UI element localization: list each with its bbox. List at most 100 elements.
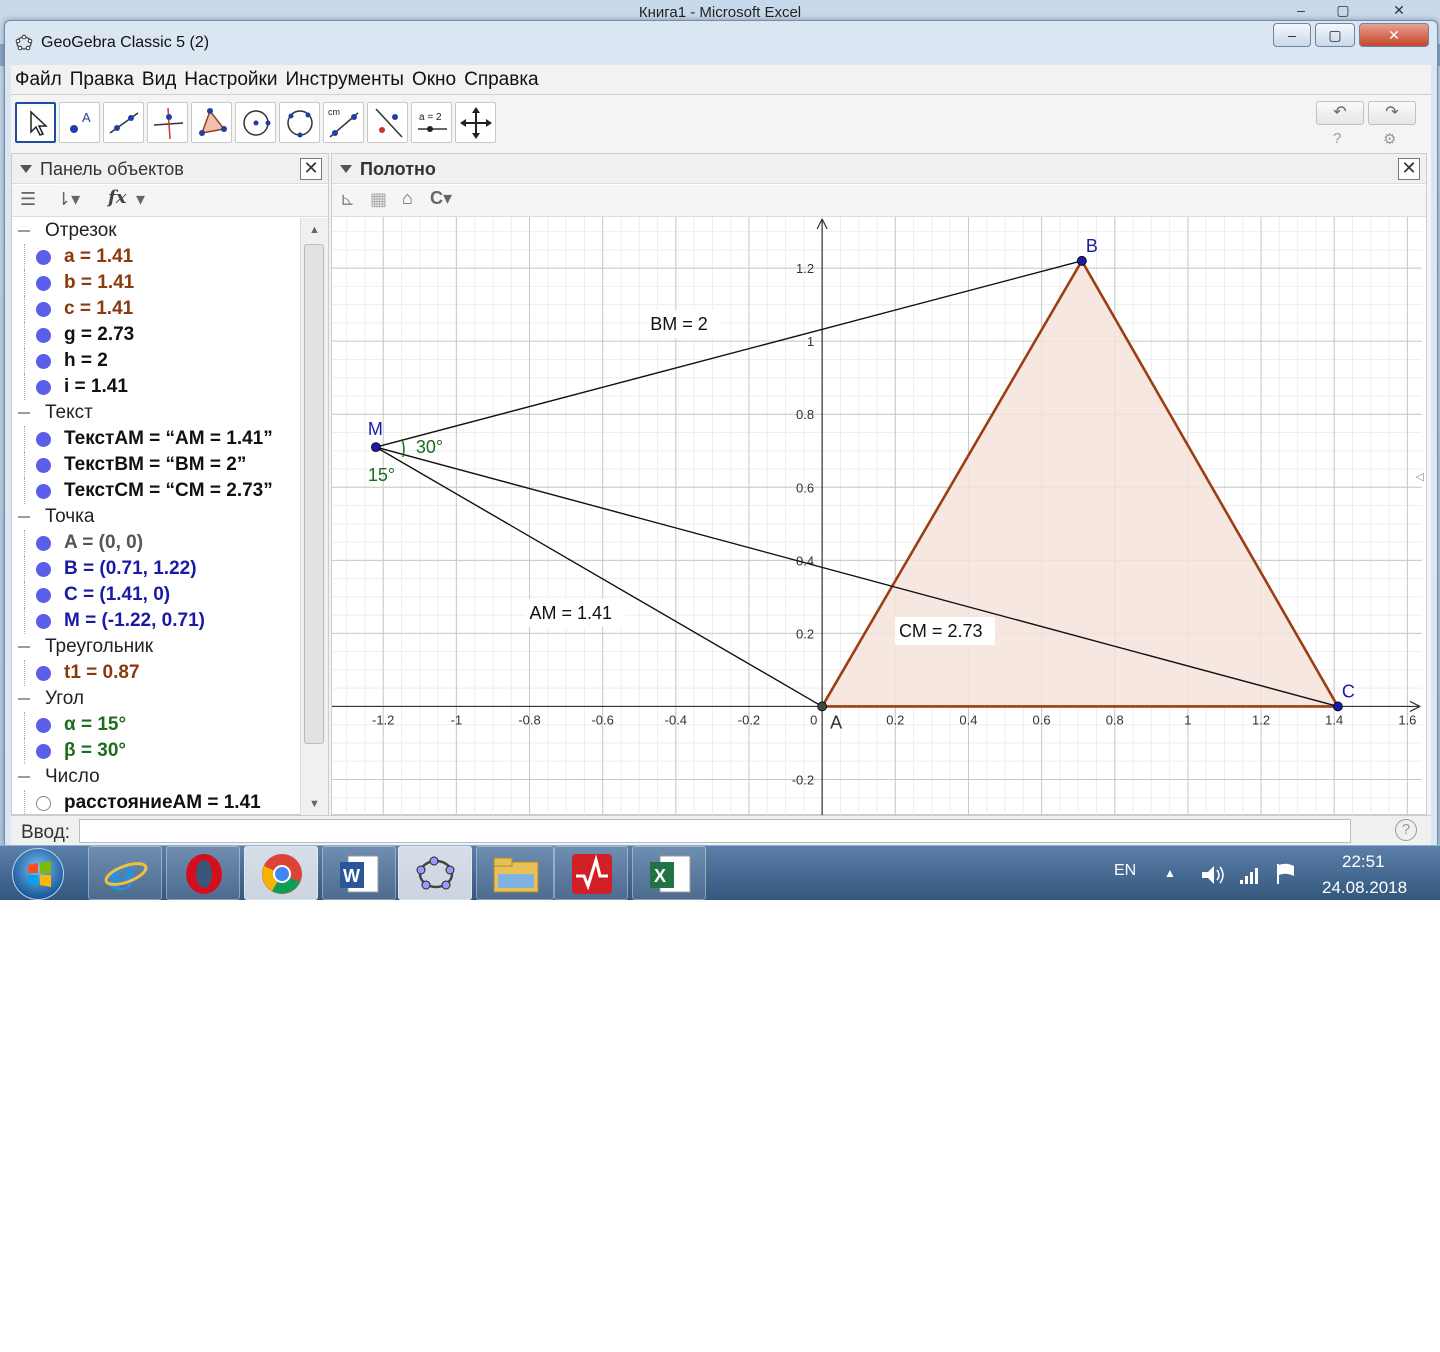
graphics-close-button[interactable]: ✕ [1398, 158, 1420, 180]
algebra-group[interactable]: Точка [12, 504, 300, 530]
visibility-toggle-icon[interactable] [36, 432, 51, 447]
graphics-canvas[interactable]: -1.2 -1 -0.8 -0.6 -0.4 -0.2 0 0.2 0.4 0.6 0.8 1 1.2 1… [332, 217, 1422, 816]
chevron-down-icon[interactable]: ▾ [136, 189, 145, 210]
algebra-item[interactable]: α = 15° [12, 712, 300, 738]
auxiliary-objects-icon[interactable]: ☰ [20, 189, 36, 210]
action-center-flag-icon[interactable] [1274, 862, 1298, 886]
visibility-toggle-icon[interactable] [36, 302, 51, 317]
algebra-close-button[interactable]: ✕ [300, 158, 322, 180]
collapse-minus-icon[interactable] [18, 646, 30, 648]
algebra-item[interactable]: ТекстAM = “AM = 1.41” [12, 426, 300, 452]
distance-tool[interactable]: cm [323, 102, 364, 143]
taskbar-chrome[interactable] [244, 846, 318, 900]
visibility-toggle-icon[interactable] [36, 380, 51, 395]
taskbar-presentation[interactable] [554, 846, 628, 900]
collapse-triangle-icon[interactable] [20, 165, 32, 173]
move-tool[interactable] [15, 102, 56, 143]
algebra-group[interactable]: Треугольник [12, 634, 300, 660]
visibility-toggle-icon[interactable] [36, 250, 51, 265]
maximize-button[interactable]: ▢ [1315, 23, 1355, 47]
visibility-toggle-icon[interactable] [36, 354, 51, 369]
visibility-toggle-icon[interactable] [36, 276, 51, 291]
menu-edit[interactable]: Правка [66, 65, 138, 91]
visibility-toggle-icon[interactable] [36, 328, 51, 343]
algebra-item[interactable]: расстояниеAM = 1.41 [12, 790, 300, 816]
redo-button[interactable]: ↷ [1368, 101, 1416, 125]
algebra-item[interactable]: b = 1.41 [12, 270, 300, 296]
collapse-minus-icon[interactable] [18, 698, 30, 700]
taskbar-excel[interactable]: X [632, 846, 706, 900]
input-field[interactable] [79, 819, 1351, 843]
taskbar-geogebra[interactable] [398, 846, 472, 900]
menu-window[interactable]: Окно [408, 65, 460, 91]
algebra-item[interactable]: C = (1.41, 0) [12, 582, 300, 608]
point-tool[interactable]: A [59, 102, 100, 143]
scroll-down-icon[interactable]: ▼ [309, 798, 320, 810]
algebra-item[interactable]: B = (0.71, 1.22) [12, 556, 300, 582]
visibility-toggle-icon[interactable] [36, 458, 51, 473]
visibility-toggle-icon[interactable] [36, 796, 51, 811]
algebra-item[interactable]: ТекстCM = “CM = 2.73” [12, 478, 300, 504]
home-icon[interactable]: ⌂ [402, 188, 413, 209]
taskbar-explorer[interactable] [476, 846, 554, 900]
visibility-toggle-icon[interactable] [36, 536, 51, 551]
close-button[interactable]: ✕ [1359, 23, 1429, 47]
volume-icon[interactable] [1200, 864, 1226, 886]
sort-icon[interactable]: ⇂▾ [56, 189, 80, 210]
algebra-item[interactable]: i = 1.41 [12, 374, 300, 400]
point-capture-icon[interactable]: C▾ [430, 188, 452, 209]
algebra-item[interactable]: c = 1.41 [12, 296, 300, 322]
perpendicular-tool[interactable] [147, 102, 188, 143]
move-view-tool[interactable] [455, 102, 496, 143]
slider-tool[interactable]: a = 2 [411, 102, 452, 143]
visibility-toggle-icon[interactable] [36, 484, 51, 499]
network-icon[interactable] [1238, 864, 1260, 886]
scroll-up-icon[interactable]: ▲ [309, 224, 320, 236]
algebra-item[interactable]: M = (-1.22, 0.71) [12, 608, 300, 634]
reflect-tool[interactable] [367, 102, 408, 143]
collapse-minus-icon[interactable] [18, 516, 30, 518]
geometry-plot[interactable]: -1.2 -1 -0.8 -0.6 -0.4 -0.2 0 0.2 0.4 0.6 0.8 1 1.2 1… [332, 217, 1422, 816]
visibility-toggle-icon[interactable] [36, 718, 51, 733]
algebra-item[interactable]: β = 30° [12, 738, 300, 764]
taskbar-ie[interactable]: e [88, 846, 162, 900]
settings-gear-icon[interactable]: ⚙ [1383, 130, 1396, 148]
tray-expand-icon[interactable]: ▲ [1164, 866, 1176, 880]
algebra-item[interactable]: ТекстBM = “BM = 2” [12, 452, 300, 478]
collapse-minus-icon[interactable] [18, 412, 30, 414]
expand-panel-icon[interactable]: ◁ [1416, 470, 1424, 483]
fx-icon[interactable]: fx [108, 187, 126, 208]
visibility-toggle-icon[interactable] [36, 562, 51, 577]
input-help-icon[interactable]: ? [1395, 819, 1417, 841]
clock-time[interactable]: 22:51 [1342, 852, 1385, 872]
visibility-toggle-icon[interactable] [36, 744, 51, 759]
algebra-item[interactable]: t1 = 0.87 [12, 660, 300, 686]
visibility-toggle-icon[interactable] [36, 666, 51, 681]
taskbar-opera[interactable] [166, 846, 240, 900]
menu-options[interactable]: Настройки [180, 65, 281, 91]
clock-date[interactable]: 24.08.2018 [1322, 878, 1407, 898]
algebra-item[interactable]: h = 2 [12, 348, 300, 374]
algebra-group[interactable]: Текст [12, 400, 300, 426]
visibility-toggle-icon[interactable] [36, 588, 51, 603]
collapse-triangle-icon[interactable] [340, 165, 352, 173]
menu-tools[interactable]: Инструменты [281, 65, 407, 91]
minimize-button[interactable]: – [1273, 23, 1311, 47]
excel-close-button[interactable]: ✕ [1384, 2, 1414, 20]
grid-toggle-icon[interactable]: ▦ [370, 189, 387, 210]
scrollbar-thumb[interactable] [304, 244, 324, 744]
language-indicator[interactable]: EN [1114, 862, 1136, 880]
menu-help[interactable]: Справка [460, 65, 543, 91]
line-tool[interactable] [103, 102, 144, 143]
algebra-group[interactable]: Число [12, 764, 300, 790]
algebra-group[interactable]: Угол [12, 686, 300, 712]
axes-toggle-icon[interactable]: ⊾ [340, 189, 355, 210]
polygon-tool[interactable] [191, 102, 232, 143]
start-button[interactable] [12, 848, 64, 900]
menu-file[interactable]: Файл [11, 65, 66, 91]
algebra-item[interactable]: g = 2.73 [12, 322, 300, 348]
algebra-item[interactable]: A = (0, 0) [12, 530, 300, 556]
ellipse-tool[interactable] [279, 102, 320, 143]
visibility-toggle-icon[interactable] [36, 614, 51, 629]
excel-maximize-button[interactable]: ▢ [1328, 2, 1358, 20]
